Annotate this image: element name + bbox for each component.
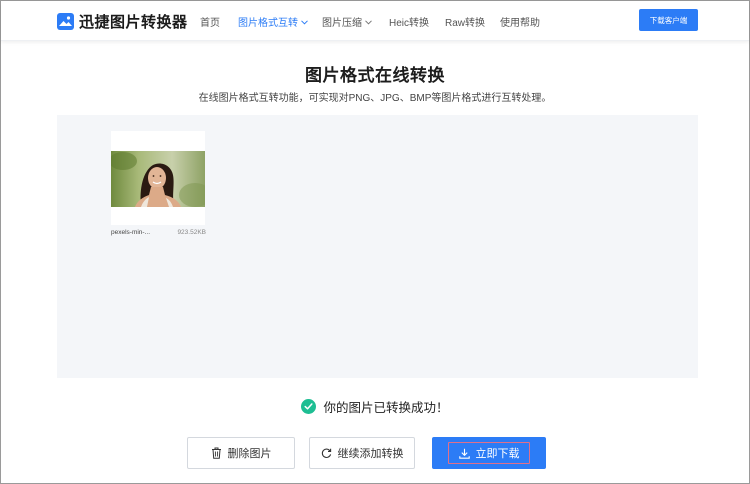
success-status: 你的图片已转换成功！: [1, 397, 749, 416]
file-workspace: pexels-min-... 923.52KB: [57, 115, 698, 378]
nav-label: 首页: [200, 18, 220, 29]
delete-image-button[interactable]: 删除图片: [187, 437, 295, 469]
chevron-down-icon: [365, 17, 372, 28]
file-card[interactable]: [111, 131, 205, 225]
download-focus-outline: 立即下载: [448, 442, 530, 464]
nav-item-compress[interactable]: 图片压缩: [322, 14, 372, 29]
continue-add-label: 继续添加转换: [337, 448, 404, 460]
image-thumbnail: [111, 151, 205, 207]
nav-item-heic[interactable]: Heic转换: [389, 14, 429, 29]
download-now-button[interactable]: 立即下载: [432, 437, 546, 469]
page-subtitle: 在线图片格式互转功能，可实现对PNG、JPG、BMP等图片格式进行互转处理。: [198, 93, 552, 104]
download-icon: [458, 448, 470, 459]
file-size: 923.52KB: [177, 229, 206, 236]
nav-label: 图片压缩: [322, 18, 362, 29]
brand-logo[interactable]: 迅捷图片转换器: [57, 11, 188, 31]
trash-icon: [211, 447, 222, 459]
image-logo-icon: [57, 12, 74, 30]
nav-item-help[interactable]: 使用帮助: [500, 14, 540, 29]
chevron-down-icon: [301, 17, 308, 28]
success-message: 你的图片已转换成功！: [323, 401, 449, 415]
nav-label: Raw转换: [445, 18, 486, 29]
nav-item-format-convert[interactable]: 图片格式互转: [238, 14, 308, 29]
nav-label: 图片格式互转: [238, 18, 298, 29]
delete-image-label: 删除图片: [227, 448, 272, 460]
top-header: 迅捷图片转换器 首页 图片格式互转 图片压缩 Heic转换 Raw转换 使用帮助…: [1, 1, 749, 41]
file-name: pexels-min-...: [111, 229, 151, 236]
continue-add-button[interactable]: 继续添加转换: [309, 437, 415, 469]
check-circle-icon: [301, 399, 317, 414]
refresh-icon: [321, 448, 332, 459]
download-client-button[interactable]: 下载客户端: [639, 9, 698, 31]
nav-item-home[interactable]: 首页: [200, 14, 220, 29]
nav-item-raw[interactable]: Raw转换: [445, 14, 485, 29]
page-title: 图片格式在线转换: [305, 66, 445, 85]
brand-name: 迅捷图片转换器: [79, 13, 188, 31]
nav-label: Heic转换: [389, 18, 430, 29]
download-now-label: 立即下载: [475, 448, 520, 460]
nav-label: 使用帮助: [500, 18, 540, 29]
